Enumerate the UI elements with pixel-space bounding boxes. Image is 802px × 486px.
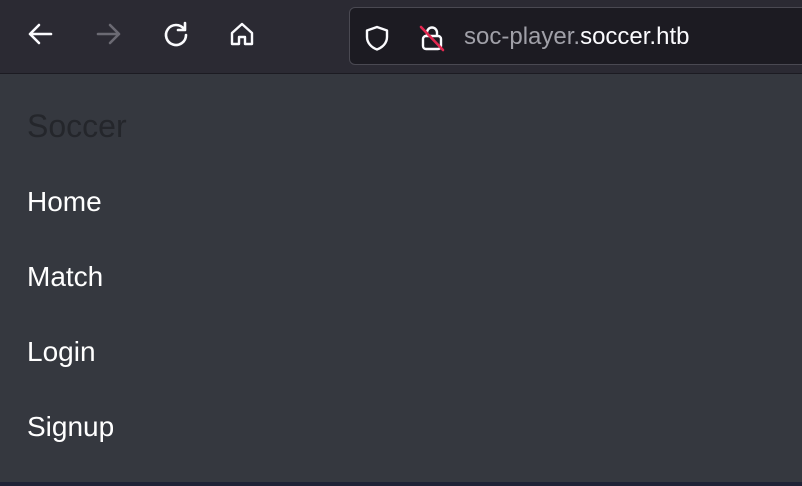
back-button[interactable] [22, 16, 58, 52]
url-text[interactable]: soc-player.soccer.htb [464, 23, 689, 51]
address-bar[interactable]: soc-player.soccer.htb [349, 7, 802, 65]
arrow-right-icon [96, 23, 121, 45]
insecure-lock-icon[interactable] [418, 24, 446, 57]
shield-icon[interactable] [364, 25, 390, 56]
url-subdomain: soc-player. [464, 23, 581, 50]
menu-item-login[interactable]: Login [27, 335, 114, 410]
arrow-left-icon [28, 23, 53, 45]
page-content: Soccer Home Match Login Signup [0, 74, 802, 486]
window-bottom-edge [0, 482, 802, 486]
menu-item-signup[interactable]: Signup [27, 410, 114, 485]
menu-item-home[interactable]: Home [27, 185, 114, 260]
reload-icon [164, 21, 188, 47]
home-icon [230, 22, 254, 46]
home-button[interactable] [224, 16, 260, 52]
browser-toolbar: soc-player.soccer.htb [0, 0, 802, 74]
url-domain: soccer.htb [580, 23, 690, 50]
site-brand[interactable]: Soccer [27, 108, 127, 145]
menu-item-match[interactable]: Match [27, 260, 114, 335]
forward-button[interactable] [91, 16, 127, 52]
nav-menu: Home Match Login Signup [27, 185, 114, 485]
reload-button[interactable] [158, 16, 194, 52]
